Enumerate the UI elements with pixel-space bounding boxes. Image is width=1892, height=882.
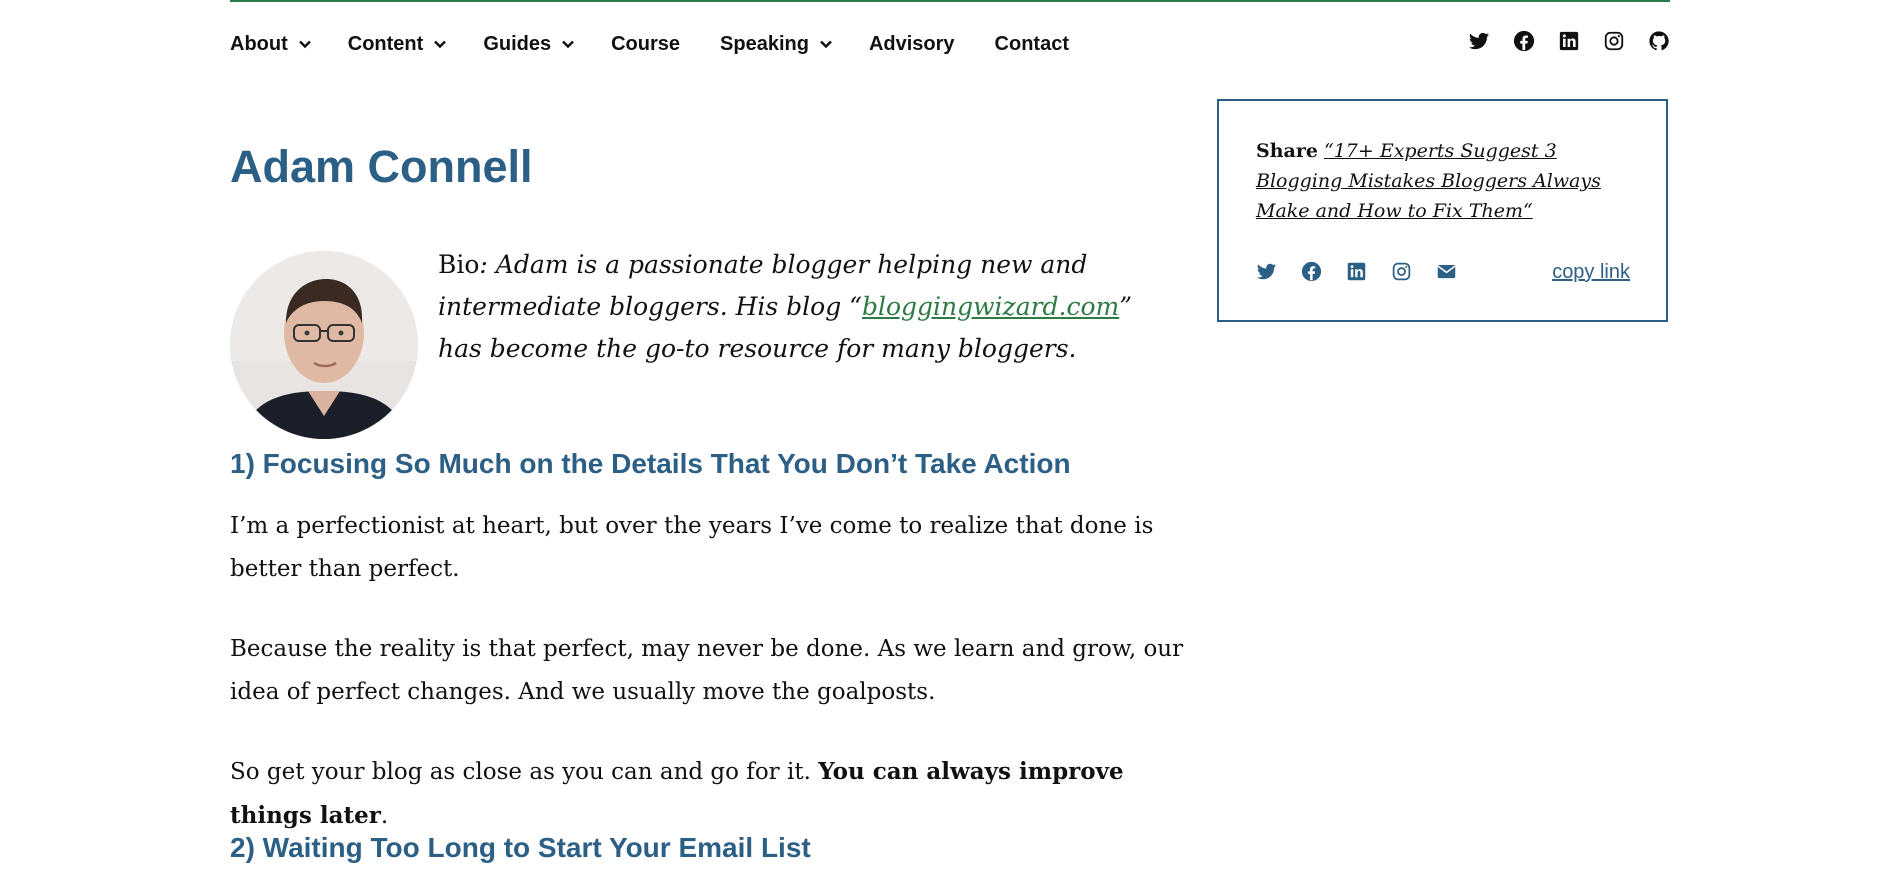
linkedin-icon[interactable] [1558, 30, 1580, 52]
nav-item-contact[interactable]: Contact [995, 33, 1069, 56]
nav-item-course[interactable]: Course [611, 33, 680, 56]
share-icons [1256, 261, 1481, 282]
paragraph-1: I’m a perfectionist at heart, but over t… [230, 513, 1154, 582]
social-links [1445, 30, 1670, 52]
facebook-icon[interactable] [1301, 261, 1322, 282]
author-photo [230, 251, 418, 439]
paragraph-3: So get your blog as close as you can and… [230, 758, 1124, 829]
github-icon[interactable] [1648, 30, 1670, 52]
share-label: Share [1256, 140, 1318, 162]
nav-item-guides[interactable]: Guides [483, 33, 575, 56]
top-rule [230, 0, 1670, 2]
nav-item-content[interactable]: Content [348, 33, 448, 56]
instagram-icon[interactable] [1603, 30, 1625, 52]
paragraph-2: Because the reality is that perfect, may… [230, 636, 1184, 705]
linkedin-icon[interactable] [1346, 261, 1367, 282]
nav-item-speaking[interactable]: Speaking [720, 33, 833, 56]
nav-item-about[interactable]: About [230, 33, 312, 56]
twitter-icon[interactable] [1468, 30, 1490, 52]
email-icon[interactable] [1436, 261, 1457, 282]
chevron-down-icon [434, 40, 447, 49]
facebook-icon[interactable] [1513, 30, 1535, 52]
share-box: Share “17+ Experts Suggest 3 Blogging Mi… [1217, 99, 1668, 322]
instagram-icon[interactable] [1391, 261, 1412, 282]
section-heading-2: 2) Waiting Too Long to Start Your Email … [230, 832, 811, 863]
copy-link-button[interactable]: copy link [1552, 261, 1630, 284]
nav-item-advisory[interactable]: Advisory [869, 33, 955, 56]
twitter-icon[interactable] [1256, 261, 1277, 282]
bloggingwizard-link[interactable]: bloggingwizard.com [862, 292, 1119, 321]
chevron-down-icon [298, 40, 311, 49]
author-name-heading: Adam Connell [230, 141, 533, 192]
section-heading-1: 1) Focusing So Much on the Details That … [230, 448, 1071, 479]
author-bio: Bio: Adam is a passionate blogger helpin… [438, 250, 1133, 363]
chevron-down-icon [820, 40, 832, 49]
chevron-down-icon [562, 40, 574, 49]
share-text: Share “17+ Experts Suggest 3 Blogging Mi… [1256, 136, 1636, 226]
author-avatar [230, 251, 418, 439]
main-nav: About Content Guides Course Speaking Adv… [230, 28, 1069, 60]
